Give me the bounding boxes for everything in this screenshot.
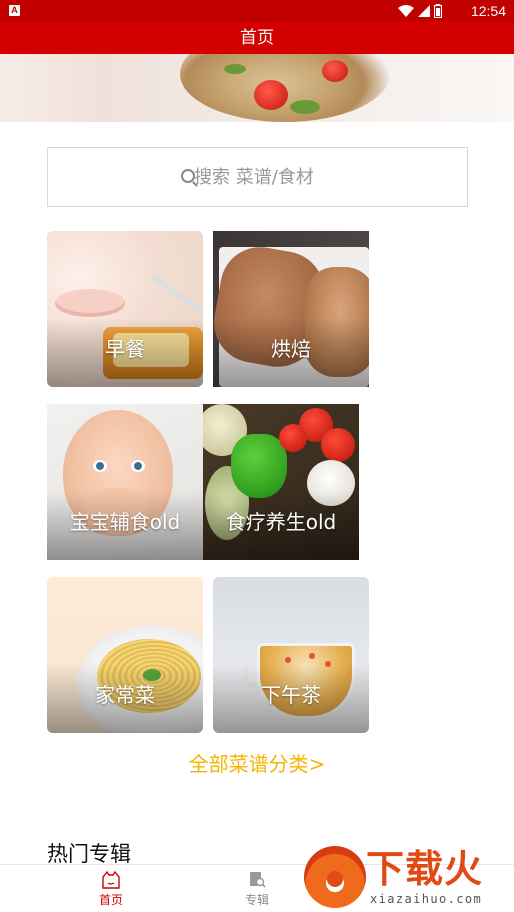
watermark-name: 下载火 <box>366 847 484 891</box>
search-icon <box>181 169 195 183</box>
battery-icon <box>434 4 442 18</box>
category-breakfast[interactable]: 早餐 <box>47 231 203 387</box>
album-search-icon <box>250 872 266 888</box>
category-label: 早餐 <box>105 337 145 361</box>
category-baking[interactable]: 烘焙 <box>213 231 369 387</box>
category-home-cooking[interactable]: 家常菜 <box>47 577 203 733</box>
category-baby-food[interactable]: 宝宝辅食old <box>47 404 203 560</box>
nav-album[interactable]: 专辑 <box>207 865 307 912</box>
watermark-url: xiazaihuo.com <box>370 892 483 906</box>
signal-icon <box>418 5 430 17</box>
nav-label: 首页 <box>98 893 123 907</box>
herb-image <box>224 64 246 74</box>
search-placeholder: 搜索 菜谱/食材 <box>194 167 314 188</box>
search-input[interactable]: 搜索 菜谱/食材 <box>47 147 468 207</box>
app-notification-icon: A <box>9 5 20 16</box>
tomato-image <box>254 80 288 110</box>
category-label: 食疗养生old <box>225 510 337 534</box>
page-title: 首页 <box>0 22 514 54</box>
watermark-logo: 下载火 xiazaihuo.com <box>304 846 510 908</box>
nav-home[interactable]: 首页 <box>61 865 161 912</box>
category-label: 烘焙 <box>271 337 311 361</box>
all-categories-link[interactable]: 全部菜谱分类> <box>0 750 514 778</box>
status-time: 12:54 <box>470 3 506 19</box>
tomato-image <box>322 60 348 82</box>
category-label: 家常菜 <box>95 683 155 707</box>
herb-image <box>290 100 320 114</box>
status-bar: A 12:54 <box>0 0 514 22</box>
banner-image[interactable] <box>0 54 514 122</box>
category-label: 下午茶 <box>261 683 321 707</box>
wifi-icon <box>398 5 414 17</box>
category-health[interactable]: 食疗养生old <box>203 404 359 560</box>
home-icon <box>102 871 120 889</box>
category-label: 宝宝辅食old <box>69 510 181 534</box>
nav-label: 专辑 <box>244 893 269 907</box>
category-afternoon-tea[interactable]: 下午茶 <box>213 577 369 733</box>
